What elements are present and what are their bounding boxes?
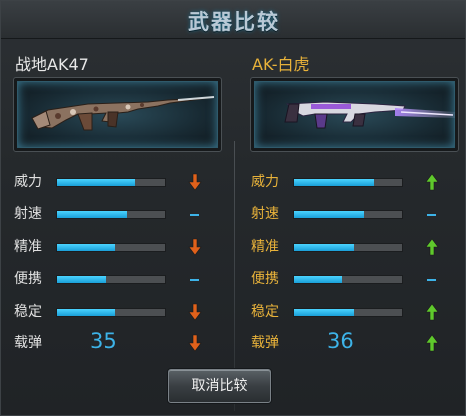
- stat-label: 稳定: [14, 304, 42, 320]
- ammo-row: 载弹 36: [251, 329, 451, 353]
- stat-bar: [293, 243, 403, 252]
- stat-label: 便携: [251, 271, 279, 287]
- stat-bar: [56, 178, 166, 187]
- stat-bar: [56, 308, 166, 317]
- stat-bar: [293, 210, 403, 219]
- ak47-camo-icon: [31, 96, 215, 131]
- weapon-compare-panel: 武器比较 战地AK47 AK-白虎 威力 射速 精准 便携 稳定 载弹 35 威…: [0, 0, 466, 416]
- ammo-label: 载弹: [14, 335, 42, 351]
- stat-bar-fill: [57, 276, 106, 283]
- stat-label: 精准: [14, 239, 42, 255]
- dash-icon: [425, 270, 439, 288]
- dash-icon: [188, 205, 202, 223]
- stat-row: 精准: [251, 237, 451, 257]
- title-bar: 武器比较: [1, 1, 465, 39]
- arrow-down-icon: [188, 173, 202, 191]
- arrow-down-icon: [188, 238, 202, 256]
- stat-bar: [56, 210, 166, 219]
- stat-label: 精准: [251, 239, 279, 255]
- arrow-up-icon: [425, 238, 439, 256]
- stat-bar-fill: [57, 179, 135, 186]
- ak-white-tiger-icon: [284, 101, 455, 129]
- right-weapon-name: AK-白虎: [252, 55, 310, 74]
- arrow-up-icon: [425, 334, 439, 352]
- left-weapon-name: 战地AK47: [15, 55, 89, 74]
- ammo-value: 36: [327, 329, 354, 353]
- stat-label: 便携: [14, 271, 42, 287]
- cancel-compare-button[interactable]: 取消比较: [168, 369, 271, 403]
- stat-row: 便携: [14, 269, 214, 289]
- stat-label: 威力: [251, 174, 279, 190]
- panel-title: 武器比较: [188, 10, 280, 34]
- stat-bar: [56, 275, 166, 284]
- arrow-down-icon: [188, 334, 202, 352]
- stat-bar-fill: [294, 211, 365, 218]
- stat-bar-fill: [294, 309, 355, 316]
- stat-bar: [293, 178, 403, 187]
- stat-row: 稳定: [251, 302, 451, 322]
- stat-label: 稳定: [251, 304, 279, 320]
- stat-bar-fill: [294, 244, 355, 251]
- stat-bar-fill: [57, 244, 116, 251]
- stat-bar-fill: [294, 179, 374, 186]
- ammo-row: 载弹 35: [14, 329, 214, 353]
- stat-label: 射速: [251, 206, 279, 222]
- right-weapon-image-frame: [250, 77, 459, 152]
- stat-label: 威力: [14, 174, 42, 190]
- ammo-value: 35: [90, 329, 117, 353]
- left-weapon-image-frame: [13, 77, 222, 152]
- stat-bar-fill: [294, 276, 342, 283]
- stat-row: 精准: [14, 237, 214, 257]
- stat-bar: [293, 275, 403, 284]
- arrow-up-icon: [425, 303, 439, 321]
- stat-bar-fill: [57, 309, 116, 316]
- stat-row: 威力: [251, 172, 451, 192]
- stat-row: 射速: [14, 204, 214, 224]
- stat-row: 稳定: [14, 302, 214, 322]
- stat-bar-fill: [57, 211, 128, 218]
- arrow-down-icon: [188, 303, 202, 321]
- ammo-label: 载弹: [251, 335, 279, 351]
- stat-bar: [56, 243, 166, 252]
- dash-icon: [425, 205, 439, 223]
- stat-bar: [293, 308, 403, 317]
- stat-row: 威力: [14, 172, 214, 192]
- dash-icon: [188, 270, 202, 288]
- arrow-up-icon: [425, 173, 439, 191]
- stat-row: 便携: [251, 269, 451, 289]
- stat-label: 射速: [14, 206, 42, 222]
- stat-row: 射速: [251, 204, 451, 224]
